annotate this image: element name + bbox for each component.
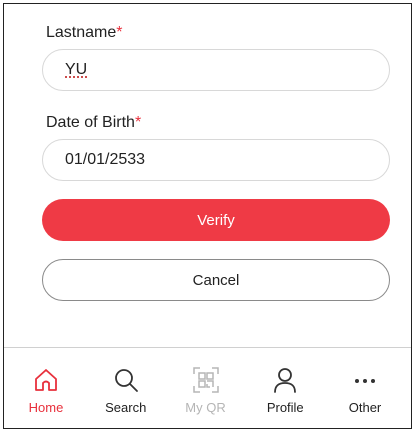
qr-code-icon xyxy=(192,367,219,393)
dob-label-text: Date of Birth xyxy=(46,114,135,131)
app-screen: Lastname* YU Date of Birth* 01/01/2533 V… xyxy=(3,3,412,429)
nav-item-profile[interactable]: Profile xyxy=(253,348,317,428)
nav-item-other[interactable]: Other xyxy=(333,348,397,428)
dob-label: Date of Birth* xyxy=(46,114,141,132)
dob-value: 01/01/2533 xyxy=(65,151,146,168)
bottom-nav: Home Search My QR Profile Other xyxy=(4,348,411,428)
required-mark: * xyxy=(134,114,142,131)
nav-label-other: Other xyxy=(348,400,382,415)
nav-item-search[interactable]: Search xyxy=(94,348,158,428)
verify-button-label: Verify xyxy=(197,211,235,229)
lastname-value: YU xyxy=(65,61,88,78)
profile-icon xyxy=(274,368,297,393)
verify-button[interactable]: Verify xyxy=(42,199,390,241)
nav-item-my-qr[interactable]: My QR xyxy=(174,348,238,428)
nav-label-search: Search xyxy=(105,400,147,415)
more-icon xyxy=(355,379,375,383)
lastname-label-text: Lastname xyxy=(46,24,117,41)
required-mark: * xyxy=(116,24,123,41)
nav-label-home: Home xyxy=(28,400,64,415)
lastname-field[interactable]: YU xyxy=(42,49,390,91)
nav-label-my-qr: My QR xyxy=(185,400,226,415)
home-icon xyxy=(35,369,57,391)
dob-field[interactable]: 01/01/2533 xyxy=(42,139,390,181)
nav-label-profile: Profile xyxy=(266,400,304,415)
nav-item-home[interactable]: Home xyxy=(14,348,78,428)
cancel-button[interactable]: Cancel xyxy=(42,259,390,301)
search-icon xyxy=(114,369,138,392)
cancel-button-label: Cancel xyxy=(192,271,240,289)
lastname-label: Lastname* xyxy=(46,24,123,42)
